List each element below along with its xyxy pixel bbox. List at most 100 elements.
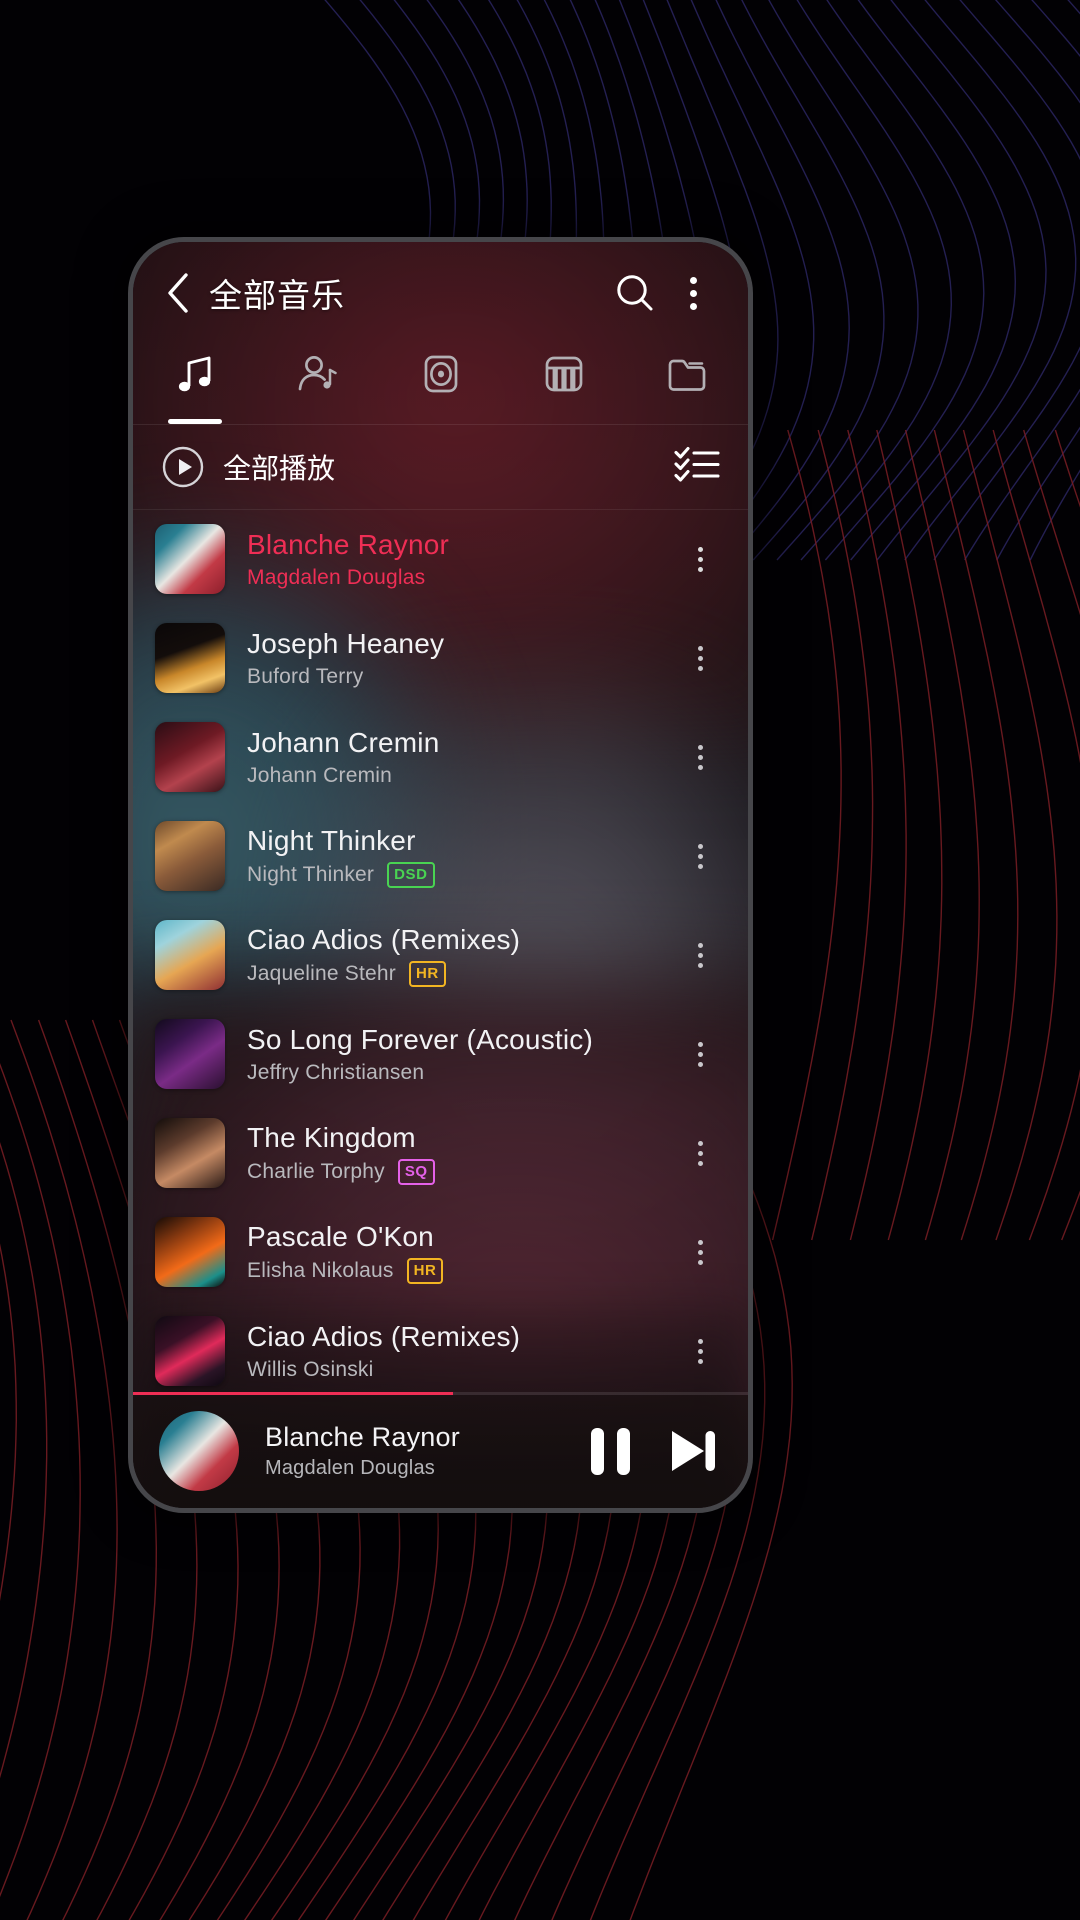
song-row[interactable]: Ciao Adios (Remixes) Jaqueline Stehr HR	[133, 906, 748, 1005]
tab-folders[interactable]	[625, 344, 748, 424]
song-subtitle-row: Elisha Nikolaus HR	[247, 1258, 672, 1285]
song-title: So Long Forever (Acoustic)	[247, 1024, 594, 1056]
song-artist: Jaqueline Stehr	[247, 962, 396, 986]
overflow-menu-button[interactable]	[664, 264, 722, 322]
song-row[interactable]: The Kingdom Charlie Torphy SQ	[133, 1104, 748, 1203]
song-artwork	[155, 623, 225, 694]
song-list[interactable]: Blanche Raynor Magdalen Douglas Joseph Hea…	[133, 510, 748, 1392]
song-subtitle-row: Buford Terry	[247, 665, 672, 689]
more-vertical-icon	[697, 1239, 703, 1265]
now-playing-meta: Blanche Raynor Magdalen Douglas	[265, 1422, 591, 1480]
song-artist: Buford Terry	[247, 665, 364, 689]
song-artwork	[155, 1019, 225, 1090]
song-meta: So Long Forever (Acoustic) Jeffry Christi…	[247, 1023, 672, 1085]
song-row[interactable]: Blanche Raynor Magdalen Douglas	[133, 510, 748, 609]
song-title: The Kingdom	[247, 1122, 416, 1154]
tab-artists[interactable]	[256, 344, 379, 424]
skip-next-icon	[672, 1431, 715, 1472]
back-button[interactable]	[155, 270, 201, 316]
song-artwork	[155, 722, 225, 793]
song-meta: Blanche Raynor Magdalen Douglas	[247, 528, 672, 590]
song-meta: Ciao Adios (Remixes) Jaqueline Stehr HR	[247, 923, 672, 988]
tab-bar	[133, 344, 748, 424]
song-overflow-button[interactable]	[672, 623, 728, 693]
song-subtitle-row: Night Thinker DSD	[247, 862, 672, 889]
play-circle-icon	[162, 446, 204, 488]
song-subtitle-row: Magdalen Douglas	[247, 566, 672, 590]
song-overflow-button[interactable]	[672, 920, 728, 990]
song-artist: Charlie Torphy	[247, 1160, 385, 1184]
song-overflow-button[interactable]	[672, 1316, 728, 1386]
now-playing-title: Blanche Raynor	[265, 1422, 460, 1453]
song-subtitle-row: Jeffry Christiansen	[247, 1061, 672, 1085]
pause-icon	[591, 1427, 630, 1475]
song-row[interactable]: Pascale O'Kon Elisha Nikolaus HR	[133, 1203, 748, 1302]
folder-icon	[668, 359, 705, 391]
more-vertical-icon	[689, 276, 697, 310]
song-artist: Elisha Nikolaus	[247, 1259, 394, 1283]
song-meta: Joseph Heaney Buford Terry	[247, 627, 672, 689]
page-title: 全部音乐	[209, 277, 345, 314]
song-artwork	[155, 1118, 225, 1189]
song-meta: Ciao Adios (Remixes) Willis Osinski	[247, 1320, 672, 1382]
more-vertical-icon	[697, 1338, 703, 1364]
song-title: Johann Cremin	[247, 727, 440, 759]
song-subtitle-row: Jaqueline Stehr HR	[247, 961, 672, 988]
search-button[interactable]	[606, 264, 664, 322]
more-vertical-icon	[697, 744, 703, 770]
tab-albums[interactable]	[379, 344, 502, 424]
phone-frame: 全部音乐 全部播放 Blanche Raynor Magdalen Dougla…	[128, 237, 753, 1513]
song-overflow-button[interactable]	[672, 1118, 728, 1188]
piano-keys-icon	[545, 356, 582, 392]
song-artist: Johann Cremin	[247, 764, 393, 788]
player-controls	[591, 1426, 718, 1476]
song-subtitle-row: Willis Osinski	[247, 1358, 672, 1382]
song-row[interactable]: Joseph Heaney Buford Terry	[133, 609, 748, 708]
song-row[interactable]: Johann Cremin Johann Cremin	[133, 708, 748, 807]
quality-badge: HR	[406, 1258, 444, 1285]
now-playing-artwork[interactable]	[159, 1411, 239, 1492]
song-meta: Pascale O'Kon Elisha Nikolaus HR	[247, 1220, 672, 1285]
song-row[interactable]: So Long Forever (Acoustic) Jeffry Christi…	[133, 1005, 748, 1104]
song-overflow-button[interactable]	[672, 722, 728, 792]
song-title: Pascale O'Kon	[247, 1221, 434, 1253]
song-row[interactable]: Ciao Adios (Remixes) Willis Osinski	[133, 1302, 748, 1392]
album-disc-icon	[424, 355, 457, 393]
song-subtitle-row: Johann Cremin	[247, 764, 672, 788]
tab-genres[interactable]	[502, 344, 625, 424]
song-artist: Night Thinker	[247, 863, 375, 887]
pause-button[interactable]	[591, 1427, 630, 1475]
song-overflow-button[interactable]	[672, 821, 728, 891]
next-track-button[interactable]	[664, 1426, 718, 1476]
search-icon	[617, 275, 653, 311]
song-title: Joseph Heaney	[247, 628, 445, 660]
song-artist: Willis Osinski	[247, 1358, 374, 1382]
song-overflow-button[interactable]	[672, 1217, 728, 1287]
artist-icon	[298, 356, 337, 391]
song-overflow-button[interactable]	[672, 524, 728, 594]
song-artwork	[155, 524, 225, 595]
song-meta: The Kingdom Charlie Torphy SQ	[247, 1121, 672, 1186]
mini-player[interactable]: Blanche Raynor Magdalen Douglas	[133, 1394, 748, 1508]
song-overflow-button[interactable]	[672, 1019, 728, 1089]
app-bar: 全部音乐	[133, 242, 748, 344]
play-all-bar[interactable]: 全部播放	[133, 425, 748, 509]
now-playing-artist: Magdalen Douglas	[265, 1457, 435, 1480]
chevron-left-icon	[168, 273, 188, 313]
checklist-icon	[674, 447, 720, 483]
song-artwork	[155, 1316, 225, 1387]
song-row[interactable]: Night Thinker Night Thinker DSD	[133, 807, 748, 906]
tab-songs[interactable]	[133, 344, 256, 424]
multiselect-button[interactable]	[674, 444, 720, 489]
song-title: Ciao Adios (Remixes)	[247, 1321, 521, 1353]
song-artwork	[155, 821, 225, 892]
song-title: Ciao Adios (Remixes)	[247, 924, 521, 956]
song-subtitle-row: Charlie Torphy SQ	[247, 1159, 672, 1186]
song-artwork	[155, 920, 225, 991]
more-vertical-icon	[697, 843, 703, 869]
more-vertical-icon	[697, 546, 703, 572]
song-artist: Magdalen Douglas	[247, 566, 426, 590]
quality-badge: SQ	[397, 1159, 435, 1186]
quality-badge: HR	[408, 961, 446, 988]
song-artist: Jeffry Christiansen	[247, 1061, 425, 1085]
